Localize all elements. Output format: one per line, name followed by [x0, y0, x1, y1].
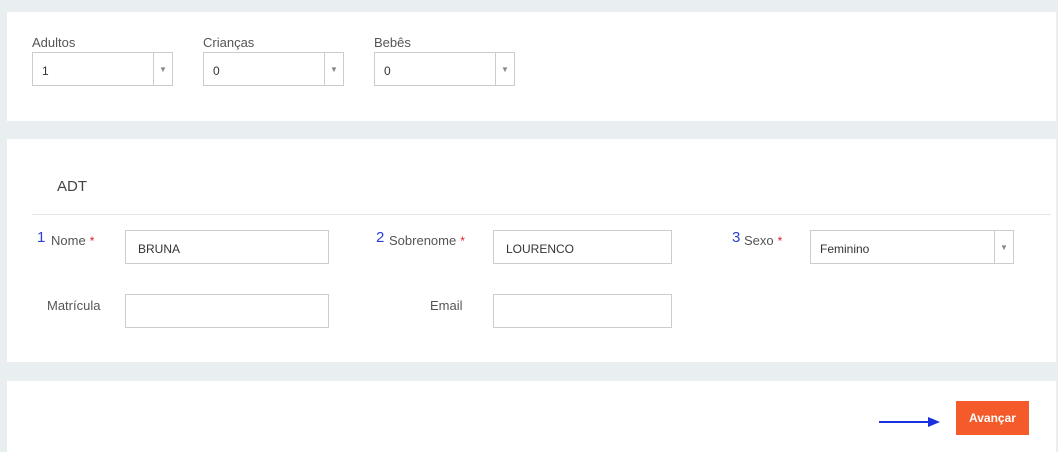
- chevron-down-icon: ▼: [994, 231, 1013, 263]
- sex-select[interactable]: Feminino ▼: [810, 230, 1014, 264]
- email-label: Email: [430, 298, 463, 313]
- registration-label: Matrícula: [47, 298, 101, 313]
- name-label: Nome *: [51, 233, 94, 248]
- surname-value: LOURENCO: [506, 242, 575, 256]
- chevron-down-icon: ▼: [324, 53, 343, 85]
- sex-value: Feminino: [820, 242, 870, 256]
- registration-input[interactable]: [125, 294, 329, 328]
- annotation-number-3: 3: [732, 229, 741, 246]
- required-mark: *: [460, 234, 465, 248]
- annotation-number-1: 1: [37, 229, 46, 246]
- adults-select[interactable]: 1 ▼: [32, 52, 173, 86]
- name-label-text: Nome: [51, 233, 86, 248]
- surname-input[interactable]: LOURENCO: [493, 230, 672, 264]
- name-input[interactable]: BRUNA: [125, 230, 329, 264]
- chevron-down-icon: ▼: [153, 53, 172, 85]
- adults-label: Adultos: [32, 35, 76, 50]
- section-divider: [32, 214, 1051, 215]
- children-value: 0: [213, 64, 220, 78]
- children-label: Crianças: [203, 35, 255, 50]
- arrow-right-icon: [879, 417, 940, 427]
- adults-value: 1: [42, 64, 49, 78]
- required-mark: *: [777, 234, 783, 248]
- surname-label-text: Sobrenome: [389, 233, 457, 248]
- children-select[interactable]: 0 ▼: [203, 52, 344, 86]
- surname-label: Sobrenome *: [389, 233, 465, 248]
- infants-value: 0: [384, 64, 391, 78]
- email-input[interactable]: [493, 294, 672, 328]
- chevron-down-icon: ▼: [495, 53, 514, 85]
- infants-label: Bebês: [374, 35, 411, 50]
- name-value: BRUNA: [138, 242, 181, 256]
- infants-select[interactable]: 0 ▼: [374, 52, 515, 86]
- annotation-number-2: 2: [376, 229, 385, 246]
- next-button[interactable]: Avançar: [956, 401, 1029, 435]
- sex-label: Sexo *: [744, 233, 782, 248]
- section-title: ADT: [57, 178, 87, 195]
- sex-label-text: Sexo: [744, 233, 774, 248]
- required-mark: *: [89, 234, 95, 248]
